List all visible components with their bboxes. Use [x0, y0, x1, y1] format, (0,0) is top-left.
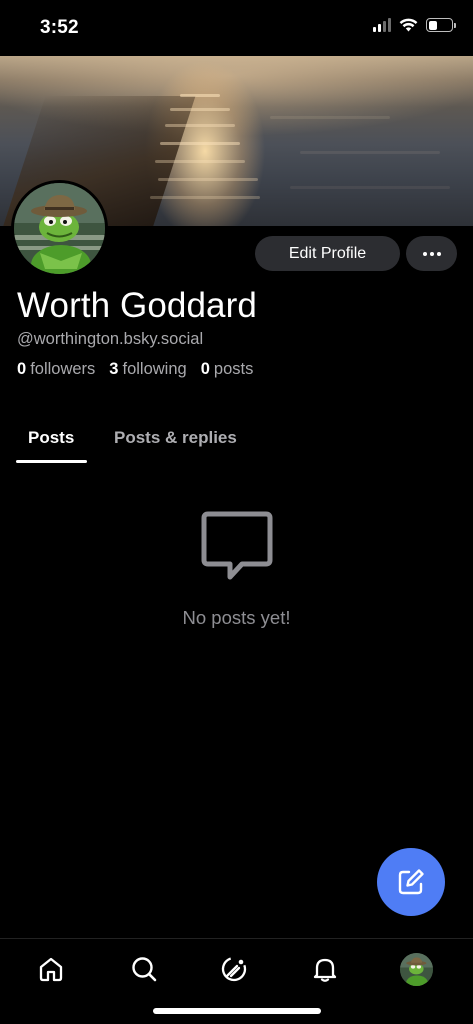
following-count: 3	[109, 360, 119, 378]
search-icon	[132, 957, 157, 982]
home-icon	[39, 957, 63, 982]
posts-label: posts	[213, 360, 254, 378]
tab-posts-and-replies[interactable]: Posts & replies	[114, 428, 237, 448]
edit-profile-button[interactable]: Edit Profile	[255, 236, 400, 271]
nav-search[interactable]	[124, 949, 164, 989]
nav-profile[interactable]	[396, 949, 436, 989]
more-options-button[interactable]	[406, 236, 457, 271]
nav-notifications[interactable]	[305, 949, 345, 989]
following-stat[interactable]: 3 following	[109, 360, 186, 379]
profile-avatar-icon	[399, 952, 433, 986]
posts-stat: 0 posts	[201, 360, 254, 379]
battery-icon	[426, 18, 456, 32]
followers-label: followers	[30, 360, 96, 378]
posts-count: 0	[200, 360, 210, 378]
compose-post-button[interactable]	[377, 848, 445, 916]
profile-stats: 0 followers 3 following 0 posts	[17, 360, 253, 379]
followers-count: 0	[17, 360, 27, 378]
empty-state-text: No posts yet!	[182, 607, 291, 628]
status-bar: 3:52	[0, 0, 473, 56]
tab-selected-indicator	[16, 460, 87, 463]
wifi-icon	[399, 18, 418, 32]
nav-home[interactable]	[31, 949, 71, 989]
following-label: following	[122, 360, 187, 378]
home-indicator[interactable]	[153, 1008, 321, 1014]
avatar-image	[14, 183, 105, 274]
status-icons	[373, 18, 456, 32]
message-bubble-icon	[200, 508, 274, 587]
followers-stat[interactable]: 0 followers	[17, 360, 95, 379]
profile-tabs: Posts Posts & replies	[0, 412, 473, 464]
tab-posts[interactable]: Posts	[28, 428, 74, 448]
status-time: 3:52	[40, 17, 79, 38]
compose-icon	[398, 869, 424, 895]
cellular-signal-icon	[373, 18, 391, 32]
profile-handle: @worthington.bsky.social	[17, 330, 204, 348]
nav-feeds[interactable]	[214, 949, 254, 989]
notifications-icon	[313, 958, 337, 982]
profile-avatar[interactable]	[11, 180, 108, 277]
display-name: Worth Goddard	[17, 286, 257, 325]
battery-fill	[428, 20, 438, 30]
more-horizontal-icon	[422, 251, 427, 256]
feeds-icon	[221, 956, 247, 982]
